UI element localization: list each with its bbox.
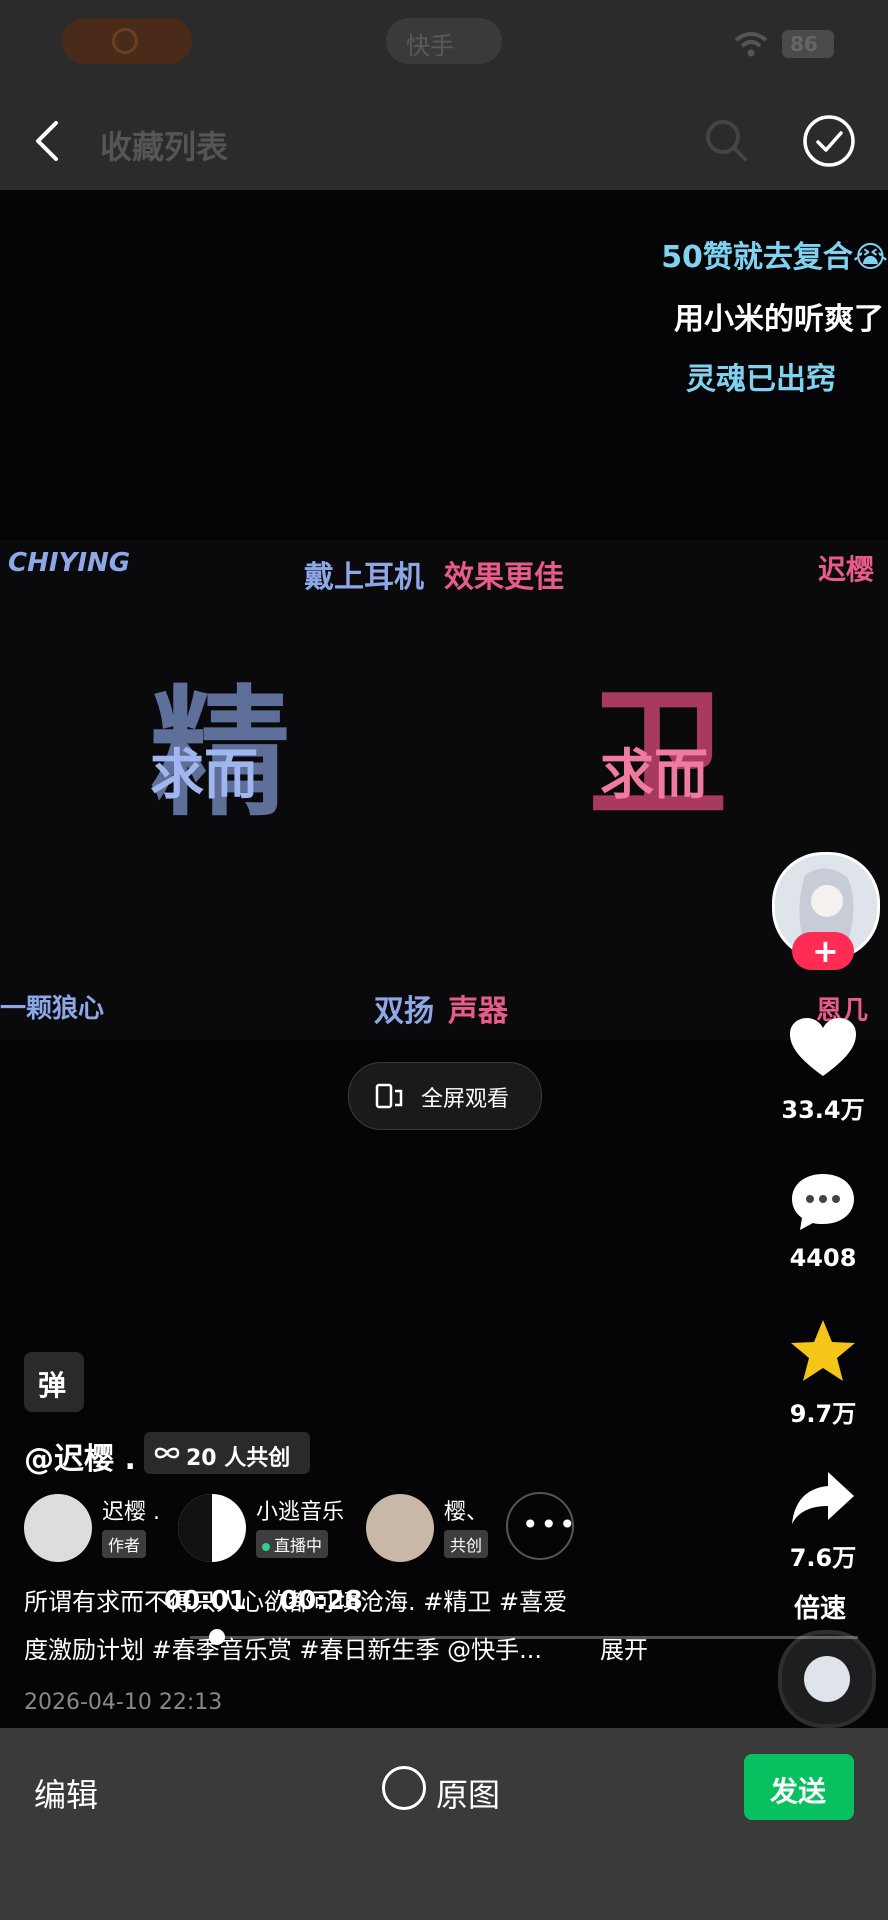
creator-name-2: 小逃音乐 — [256, 1500, 345, 1525]
creator-avatar-3[interactable] — [366, 1494, 434, 1562]
search-icon[interactable] — [704, 118, 748, 162]
creator-avatar-1[interactable] — [24, 1494, 92, 1562]
fullscreen-button[interactable]: 全屏观看 — [348, 1062, 542, 1130]
recording-pill — [62, 18, 192, 64]
qiu-er-right: 求而 — [600, 743, 708, 806]
infinity-icon — [154, 1447, 180, 1459]
page-title: 收藏列表 — [100, 128, 229, 166]
heart-icon — [790, 1018, 856, 1076]
header: 收藏列表 — [0, 90, 888, 190]
battery-level: 86 — [790, 32, 818, 56]
post-timestamp: 2026-04-10 22:13 — [24, 1690, 223, 1715]
fullscreen-icon — [375, 1083, 403, 1109]
favorite-action[interactable]: 9.7万 — [768, 1318, 878, 1429]
comment-action[interactable]: 4408 — [768, 1170, 878, 1272]
plus-icon: + — [812, 932, 839, 970]
more-icon: ••• — [522, 1508, 578, 1541]
original-label[interactable]: 原图 — [436, 1770, 500, 1816]
time-total: 00:28 — [280, 1586, 363, 1616]
fullscreen-label: 全屏观看 — [421, 1087, 510, 1112]
app-label: 快手 — [406, 32, 454, 60]
cocreate-badge[interactable]: 20 人共创 — [144, 1432, 310, 1474]
share-action[interactable]: 7.6万 — [768, 1468, 878, 1573]
caption-line-3: 灵魂已出窍 — [686, 362, 836, 397]
app-pill: 快手 — [386, 18, 502, 64]
danmaku-sticker[interactable]: 弹 — [24, 1352, 84, 1412]
qiu-er-left: 求而 — [150, 743, 258, 806]
headphones-text-b: 效果更佳 — [444, 560, 564, 595]
live-dot-icon — [262, 1542, 270, 1551]
progress-thumb[interactable] — [208, 1629, 225, 1645]
chiying-cn-label: 迟樱 — [818, 553, 875, 586]
speaker-text-a: 双扬 — [374, 994, 434, 1029]
like-count: 33.4万 — [781, 1096, 865, 1124]
cocreate-label: 20 人共创 — [186, 1446, 291, 1471]
comment-count: 4408 — [789, 1244, 857, 1272]
caption-line-2: 用小米的听爽了 — [674, 302, 884, 337]
time-current: 00:01 — [164, 1586, 247, 1616]
favorite-count: 9.7万 — [789, 1400, 857, 1428]
record-icon — [112, 28, 138, 54]
comment-icon — [792, 1174, 854, 1230]
chiying-label: CHIYING — [8, 548, 131, 578]
left-bottom-text: 一颗狼心 — [0, 994, 105, 1024]
speaker-text-b: 声器 — [448, 994, 508, 1029]
progress-track[interactable] — [190, 1636, 858, 1639]
more-creators-button[interactable]: ••• — [506, 1492, 576, 1560]
battery-icon: 86 — [782, 30, 834, 58]
back-icon[interactable] — [32, 120, 62, 162]
wifi-icon — [734, 32, 768, 57]
status-bar: 快手 86 — [0, 0, 888, 90]
original-radio[interactable] — [382, 1766, 426, 1810]
share-count: 7.6万 — [789, 1544, 857, 1572]
bottom-action-bar: 编辑 原图 发送 — [0, 1728, 888, 1920]
creator-live-badge: 直播中 — [256, 1530, 329, 1558]
danmaku-icon: 弹 — [38, 1369, 67, 1402]
share-icon — [792, 1472, 854, 1524]
music-disc-avatar — [804, 1656, 850, 1702]
creator-name-3: 樱、 — [444, 1500, 489, 1525]
author-handle[interactable]: @迟樱 . — [24, 1434, 136, 1478]
caption-line-1: 50赞就去复合😭 — [661, 240, 888, 275]
video-frame: CHIYING 戴上耳机 效果更佳 迟樱 精 求而 卫 求而 一颗狼心 双扬 声… — [0, 540, 888, 1040]
edit-button[interactable]: 编辑 — [34, 1770, 98, 1816]
speed-label[interactable]: 倍速 — [794, 1588, 846, 1625]
send-button[interactable]: 发送 — [744, 1754, 854, 1820]
creator-tag-3: 共创 — [444, 1530, 489, 1558]
send-label: 发送 — [770, 1775, 827, 1808]
star-icon — [791, 1320, 855, 1381]
music-disc[interactable] — [778, 1630, 876, 1728]
headphones-text-a: 戴上耳机 — [304, 560, 424, 595]
creator-tag-1: 作者 — [102, 1530, 147, 1558]
video-player[interactable]: 50赞就去复合😭 用小米的听爽了 灵魂已出窍 CHIYING 戴上耳机 效果更佳… — [0, 190, 888, 1728]
like-action[interactable]: 33.4万 — [768, 1016, 878, 1125]
creator-avatar-2-shade — [178, 1494, 212, 1562]
creator-name-1: 迟樱 . — [102, 1500, 160, 1525]
creator-avatar-2[interactable] — [178, 1494, 246, 1562]
select-check-icon[interactable] — [802, 114, 856, 168]
creator-tag-2: 直播中 — [274, 1536, 323, 1555]
follow-button[interactable]: + — [792, 932, 854, 970]
